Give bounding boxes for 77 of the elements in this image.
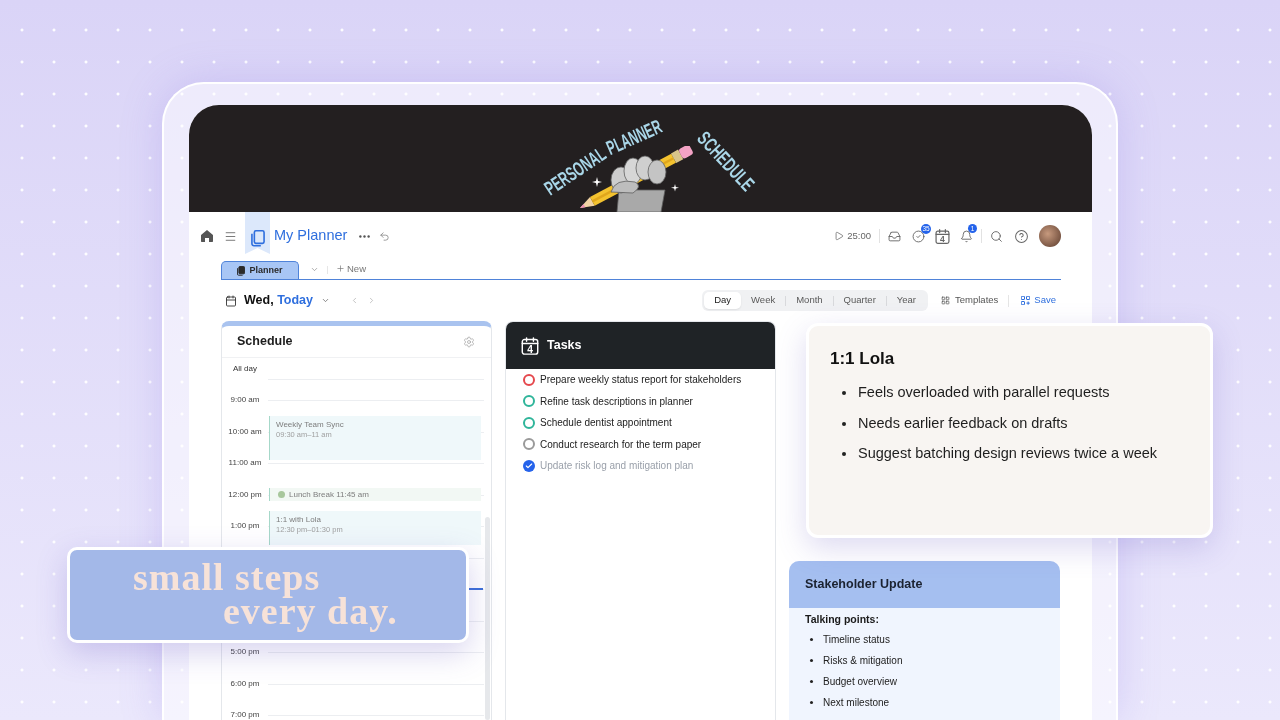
view-tab[interactable]: Quarter	[833, 292, 886, 309]
check-icon	[525, 461, 533, 470]
hour-label: 12:00 pm	[227, 489, 263, 500]
task-checkbox[interactable]	[523, 438, 535, 451]
all-day-label: All day	[233, 363, 257, 375]
more-icon[interactable]	[359, 234, 371, 238]
event-title: Weekly Team Sync	[276, 420, 345, 430]
hour-label: 6:00 pm	[229, 678, 261, 689]
inbox-icon[interactable]	[888, 229, 901, 243]
hour-label: 10:00 am	[227, 426, 263, 437]
bullet-icon	[810, 638, 813, 641]
notebook-icon	[237, 265, 246, 276]
task-label: Conduct research for the term paper	[540, 437, 702, 452]
hour-label: 11:00 am	[227, 458, 263, 468]
event-title: Lunch Break 11:45 am	[289, 489, 369, 500]
home-icon[interactable]	[201, 230, 213, 242]
panel-title: Tasks	[547, 337, 582, 355]
date-label[interactable]: Wed, Today	[244, 291, 313, 310]
hour-label: 9:00 am	[229, 395, 261, 405]
note-point: Suggest batching design reviews twice a week	[858, 444, 1158, 464]
save-button[interactable]: Save	[1021, 293, 1056, 308]
view-tab[interactable]: Day	[704, 292, 742, 309]
view-tab[interactable]: Year	[886, 292, 927, 309]
task-label: Update risk log and mitigation plan	[540, 459, 694, 474]
bell-icon[interactable]	[960, 229, 973, 243]
hour-label: 1:00 pm	[229, 521, 261, 531]
new-tab-button[interactable]: New	[336, 261, 366, 276]
calendar-icon[interactable]	[225, 294, 237, 307]
undo-icon[interactable]	[379, 230, 391, 242]
card-subtitle: Talking points:	[805, 613, 880, 625]
view-tab[interactable]: Week	[741, 292, 786, 309]
talking-point: Risks & mitigation	[823, 654, 903, 668]
scrollbar[interactable]	[485, 517, 490, 720]
note-point: Needs earlier feedback on drafts	[858, 413, 1068, 433]
bullet-icon	[842, 391, 846, 396]
task-checkbox[interactable]	[523, 459, 535, 472]
task-label: Prepare weekly status report for stakeholders	[540, 373, 742, 388]
templates-button[interactable]: Templates	[941, 293, 999, 308]
calendar-icon[interactable]: 4	[935, 228, 950, 244]
bullet-icon	[810, 659, 813, 662]
chevron-down-icon[interactable]	[321, 296, 330, 305]
bullet-icon	[842, 421, 846, 426]
tab[interactable]: Planner	[221, 261, 299, 279]
timer-button[interactable]: 25:00	[834, 228, 871, 244]
talking-point: Timeline status	[823, 633, 890, 647]
plus-icon	[336, 264, 345, 274]
note-title: 1:1 Lola	[830, 348, 896, 370]
hour-label: 5:00 pm	[229, 647, 261, 657]
hour-label: 7:00 pm	[229, 710, 261, 720]
bullet-icon	[810, 701, 813, 704]
task-checkbox[interactable]	[523, 395, 535, 408]
event-title: 1:1 with Lola	[276, 515, 322, 525]
event-block[interactable]: Lunch Break 11:45 am	[269, 488, 481, 501]
grid-icon	[941, 296, 951, 305]
current-time-line	[469, 588, 483, 590]
page-title: My Planner	[274, 226, 348, 246]
talking-point: Budget overview	[823, 675, 897, 689]
calendar-icon: 4	[521, 336, 539, 355]
check-circle-icon[interactable]	[912, 229, 925, 243]
panel-title: Schedule	[237, 333, 293, 351]
task-label: Refine task descriptions in planner	[540, 394, 693, 409]
help-icon[interactable]	[1015, 229, 1028, 243]
play-icon	[834, 231, 845, 241]
menu-icon[interactable]	[224, 229, 237, 243]
notebook-icon	[250, 230, 265, 247]
bullet-icon	[842, 452, 846, 457]
task-checkbox[interactable]	[523, 373, 535, 386]
task-checkbox[interactable]	[523, 416, 535, 429]
view-tab[interactable]: Month	[786, 292, 833, 309]
task-label: Schedule dentist appointment	[540, 416, 672, 431]
card-title: Stakeholder Update	[805, 576, 923, 594]
note-point: Feels overloaded with parallel requests	[858, 383, 1110, 403]
grid-plus-icon	[1021, 296, 1031, 305]
search-icon[interactable]	[990, 229, 1003, 243]
bullet-icon	[810, 680, 813, 683]
talking-point: Next milestone	[823, 696, 890, 710]
avatar[interactable]	[1039, 225, 1061, 247]
